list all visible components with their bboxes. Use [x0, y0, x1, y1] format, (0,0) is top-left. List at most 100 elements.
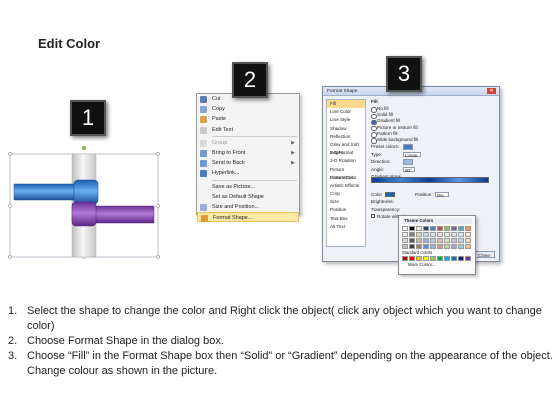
color-swatch[interactable]	[423, 232, 429, 237]
color-swatch[interactable]	[458, 256, 464, 261]
category-reflection[interactable]: Reflection	[327, 133, 365, 141]
menu-item-size-position[interactable]: Size and Position...	[197, 202, 299, 212]
gradient-stops-bar[interactable]	[371, 177, 489, 183]
direction-dropdown[interactable]	[403, 159, 413, 165]
preset-colors-dropdown[interactable]	[403, 144, 413, 150]
color-swatch[interactable]	[409, 256, 415, 261]
menu-item-bring-to-front[interactable]: Bring to Front ▶	[197, 148, 299, 158]
color-dropdown[interactable]	[385, 191, 395, 198]
color-swatch[interactable]	[465, 244, 471, 249]
color-swatch[interactable]	[451, 226, 457, 231]
color-swatch[interactable]	[465, 232, 471, 237]
category-crop[interactable]: Crop	[327, 190, 365, 198]
category-line-color[interactable]: Line Color	[327, 108, 365, 116]
color-swatch[interactable]	[416, 232, 422, 237]
color-swatch[interactable]	[465, 256, 471, 261]
category-shadow[interactable]: Shadow	[327, 125, 365, 133]
color-swatch[interactable]	[423, 226, 429, 231]
color-swatch[interactable]	[465, 226, 471, 231]
color-swatch[interactable]	[402, 244, 408, 249]
color-swatch[interactable]	[430, 238, 436, 243]
menu-label: Copy	[212, 106, 225, 113]
category-3d-format[interactable]: 3-D Format	[327, 149, 365, 157]
standard-color-grid[interactable]	[402, 256, 472, 261]
category-artistic-effects[interactable]: Artistic Effects	[327, 182, 365, 190]
scissors-icon	[200, 96, 207, 103]
color-swatch[interactable]	[458, 238, 464, 243]
color-swatch[interactable]	[430, 232, 436, 237]
close-icon[interactable]: ✕	[487, 88, 496, 94]
category-text-box[interactable]: Text Box	[327, 215, 365, 223]
category-size[interactable]: Size	[327, 198, 365, 206]
color-swatch[interactable]	[437, 244, 443, 249]
position-input[interactable]: 0%	[435, 191, 449, 197]
angle-label: Angle:	[371, 166, 385, 172]
menu-item-save-as-picture[interactable]: Save as Picture...	[197, 182, 299, 192]
color-swatch[interactable]	[451, 232, 457, 237]
menu-item-send-to-back[interactable]: Send to Back ▶	[197, 158, 299, 168]
context-menu[interactable]: Cut Copy Paste Edit Text Group ▶ Bring to…	[196, 93, 300, 223]
theme-color-grid[interactable]	[402, 226, 472, 249]
category-position[interactable]: Position	[327, 206, 365, 214]
color-swatch[interactable]	[409, 238, 415, 243]
category-fill[interactable]: Fill	[327, 100, 365, 109]
color-swatch[interactable]	[409, 226, 415, 231]
color-swatch[interactable]	[423, 238, 429, 243]
menu-item-edit-text[interactable]: Edit Text	[197, 125, 299, 135]
color-swatch[interactable]	[409, 232, 415, 237]
submenu-arrow-icon: ▶	[291, 139, 295, 146]
instruction-text: Choose “Fill” in the Format Shape box th…	[27, 350, 553, 377]
color-swatch[interactable]	[465, 238, 471, 243]
color-swatch[interactable]	[430, 226, 436, 231]
color-swatch[interactable]	[430, 256, 436, 261]
color-swatch[interactable]	[437, 226, 443, 231]
category-list[interactable]: Fill Line Color Line Style Shadow Reflec…	[326, 99, 366, 247]
category-glow[interactable]: Glow and Soft Edges	[327, 141, 365, 155]
color-swatch[interactable]	[402, 238, 408, 243]
color-swatch[interactable]	[423, 256, 429, 261]
category-picture-corrections[interactable]: Picture Corrections	[327, 166, 365, 180]
category-3d-rotation[interactable]: 3-D Rotation	[327, 157, 365, 165]
color-swatch[interactable]	[437, 256, 443, 261]
color-swatch[interactable]	[402, 232, 408, 237]
color-swatch[interactable]	[451, 256, 457, 261]
pipe-graphic[interactable]	[0, 140, 170, 270]
color-swatch[interactable]	[402, 226, 408, 231]
close-button[interactable]: Close	[473, 251, 495, 258]
menu-item-set-default-shape[interactable]: Set as Default Shape	[197, 192, 299, 202]
type-dropdown[interactable]: Linear	[403, 151, 421, 157]
color-swatch[interactable]	[444, 244, 450, 249]
color-swatch[interactable]	[444, 238, 450, 243]
menu-item-format-shape[interactable]: Format Shape...	[197, 212, 299, 223]
color-swatch[interactable]	[451, 244, 457, 249]
color-swatch[interactable]	[444, 232, 450, 237]
color-swatch[interactable]	[416, 256, 422, 261]
color-swatch[interactable]	[402, 256, 408, 261]
submenu-arrow-icon: ▶	[291, 149, 295, 156]
color-swatch[interactable]	[416, 238, 422, 243]
menu-label: Hyperlink...	[212, 170, 240, 177]
category-picture-color[interactable]: Picture Color	[327, 174, 365, 182]
category-alt-text[interactable]: Alt Text	[327, 223, 365, 231]
angle-input[interactable]: 90°	[403, 166, 415, 172]
color-swatch[interactable]	[437, 238, 443, 243]
category-line-style[interactable]: Line Style	[327, 116, 365, 124]
menu-item-paste[interactable]: Paste	[197, 114, 299, 124]
color-swatch[interactable]	[444, 256, 450, 261]
color-swatch[interactable]	[458, 244, 464, 249]
color-swatch[interactable]	[416, 226, 422, 231]
more-colors-option[interactable]: More Colors...	[402, 262, 472, 267]
color-swatch[interactable]	[458, 232, 464, 237]
color-swatch[interactable]	[444, 226, 450, 231]
color-swatch[interactable]	[423, 244, 429, 249]
menu-item-hyperlink[interactable]: Hyperlink...	[197, 168, 299, 178]
color-swatch[interactable]	[451, 238, 457, 243]
color-swatch[interactable]	[409, 244, 415, 249]
pipe-shape-illustration[interactable]	[0, 140, 170, 270]
color-picker-popup[interactable]: Theme Colors Standard Colors More Colors…	[398, 215, 476, 275]
menu-item-copy[interactable]: Copy	[197, 104, 299, 114]
color-swatch[interactable]	[416, 244, 422, 249]
color-swatch[interactable]	[458, 226, 464, 231]
color-swatch[interactable]	[430, 244, 436, 249]
color-swatch[interactable]	[437, 232, 443, 237]
